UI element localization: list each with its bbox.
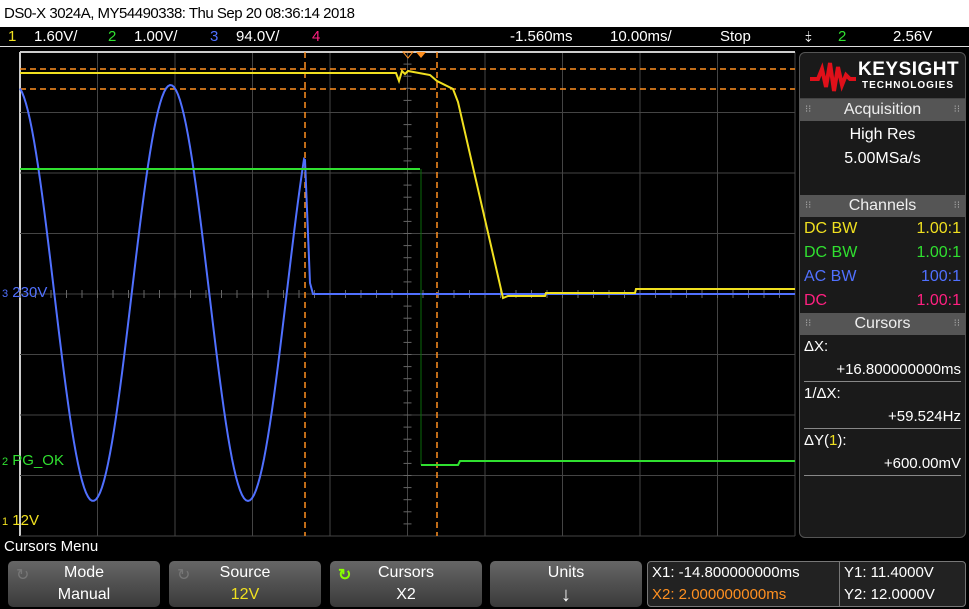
ch3-number[interactable]: 3 — [210, 27, 218, 47]
inverse-delta-x-value: +59.524Hz — [804, 405, 961, 429]
rotate-knob-icon: ↻ — [16, 567, 30, 584]
mode-softkey[interactable]: ↻ Mode Manual — [8, 561, 160, 607]
x2-readout: X2: 2.000000000ms — [652, 586, 787, 603]
horizontal-delay[interactable]: -1.560ms — [510, 27, 573, 47]
ch1-ground-marker[interactable]: 1 12V — [2, 512, 39, 529]
key-value: 12V — [230, 586, 260, 603]
trigger-source[interactable]: 2 — [838, 27, 846, 47]
delta-x-value: +16.800000000ms — [804, 358, 961, 382]
status-bar: 1 1.60V/ 2 1.00V/ 3 94.0V/ 4 -1.560ms 10… — [0, 27, 969, 47]
trigger-level[interactable]: 2.56V — [893, 27, 932, 47]
ch3-scale[interactable]: 94.0V/ — [236, 27, 279, 47]
rotate-knob-icon: ↻ — [177, 567, 191, 584]
channel-row-4: DC 1.00:1 — [800, 289, 965, 313]
brand-sub: TECHNOLOGIES — [862, 80, 955, 91]
graticule — [19, 51, 796, 537]
keysight-logo: KEYSIGHT TECHNOLOGIES — [800, 53, 965, 99]
menu-title: Cursors Menu — [4, 538, 99, 555]
ch3-label: 230V — [12, 284, 48, 301]
key-label: Source — [219, 564, 271, 581]
rotate-knob-icon: ↻ — [338, 567, 352, 584]
key-value: Manual — [57, 586, 111, 603]
waveform-display[interactable]: 3 230V 2 PG_OK 1 12V — [0, 47, 800, 537]
dy-post: ): — [837, 432, 847, 449]
falling-edge-trigger-icon: ⤈ — [805, 28, 812, 45]
side-panel: KEYSIGHT TECHNOLOGIES Acquisition High R… — [799, 52, 966, 538]
keysight-wave-icon — [810, 62, 856, 92]
coupling: AC BW — [804, 268, 857, 285]
ch2-scale[interactable]: 1.00V/ — [134, 27, 177, 47]
y1-readout: Y1: 11.4000V — [844, 564, 934, 581]
key-value: X2 — [396, 586, 416, 603]
coupling: DC BW — [804, 244, 858, 261]
y2-readout: Y2: 12.0000V — [844, 586, 935, 603]
cursors-softkey[interactable]: ↻ Cursors X2 — [330, 561, 482, 607]
ch2-label: PG_OK — [12, 452, 64, 469]
run-state[interactable]: Stop — [720, 27, 751, 47]
arrow-down-icon: ↓ — [561, 584, 571, 606]
channel-row-2: DC BW 1.00:1 — [800, 241, 965, 265]
channels-header[interactable]: Channels — [800, 195, 965, 217]
ch3-ground-marker[interactable]: 3 230V — [2, 284, 47, 301]
key-label: Units — [547, 564, 585, 581]
ch1-marker-number: 1 — [2, 516, 9, 528]
sample-rate: 5.00MSa/s — [844, 150, 921, 167]
delta-y-label: ΔY(1): — [804, 429, 961, 452]
coupling: DC BW — [804, 220, 858, 237]
brand-name: KEYSIGHT — [858, 59, 960, 80]
cursors-header[interactable]: Cursors — [800, 313, 965, 335]
source-softkey[interactable]: ↻ Source 12V — [169, 561, 321, 607]
cursor-readout: X1: -14.800000000ms X2: 2.000000000ms Y1… — [647, 561, 966, 607]
units-softkey[interactable]: Units ↓ — [490, 561, 642, 607]
coupling: DC — [804, 292, 828, 309]
key-label: Cursors — [377, 564, 434, 581]
ch3-marker-number: 3 — [2, 288, 9, 300]
ch1-number[interactable]: 1 — [8, 27, 16, 47]
delta-y-value: +600.00mV — [804, 452, 961, 476]
cursor-measurements: ΔX: +16.800000000ms 1/ΔX: +59.524Hz ΔY(1… — [800, 335, 965, 476]
probe: 100:1 — [920, 268, 961, 285]
probe: 1.00:1 — [916, 244, 961, 261]
ch2-ground-marker[interactable]: 2 PG_OK — [2, 452, 64, 469]
probe: 1.00:1 — [916, 292, 961, 309]
channel-row-3: AC BW 100:1 — [800, 265, 965, 289]
ch2-marker-number: 2 — [2, 456, 9, 468]
acq-mode: High Res — [849, 126, 916, 143]
probe: 1.00:1 — [916, 220, 961, 237]
channel-row-1: DC BW 1.00:1 — [800, 217, 965, 241]
delay-marker — [416, 52, 426, 58]
ch1-scale[interactable]: 1.60V/ — [34, 27, 77, 47]
acquisition-header[interactable]: Acquisition — [800, 99, 965, 121]
ch4-number[interactable]: 4 — [312, 27, 320, 47]
delta-x-label: ΔX: — [804, 338, 829, 355]
acquisition-info: High Res 5.00MSa/s — [800, 121, 965, 195]
window-title: DS0-X 3024A, MY54490338: Thu Sep 20 08:3… — [0, 0, 969, 27]
key-label: Mode — [63, 564, 105, 581]
x1-readout: X1: -14.800000000ms — [652, 564, 800, 581]
ch2-trace — [421, 460, 795, 466]
inverse-delta-x-label: 1/ΔX: — [804, 385, 841, 402]
dy-pre: ΔY( — [804, 432, 830, 449]
ch1-label: 12V — [12, 512, 39, 529]
timebase[interactable]: 10.00ms/ — [610, 27, 672, 47]
ch2-number[interactable]: 2 — [108, 27, 116, 47]
